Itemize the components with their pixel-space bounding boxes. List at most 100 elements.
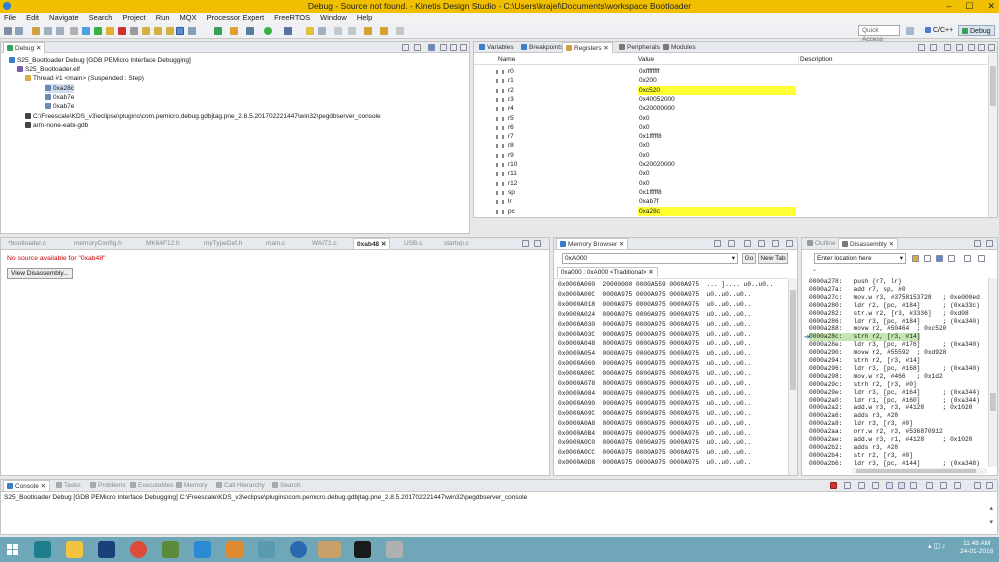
tab-tasks[interactable]: Tasks	[53, 480, 84, 491]
minimize-view-icon[interactable]	[978, 44, 985, 51]
tab-wait1-c[interactable]: WAIT1.c	[309, 238, 340, 249]
terminate-relaunch-icon[interactable]	[56, 27, 64, 35]
refresh-icon[interactable]	[728, 240, 735, 247]
tab-mytypedef-h[interactable]: myTypeDef.h	[201, 238, 245, 249]
disassembly-line[interactable]: 0000a288: movw r2, #50464 ; 0xc520	[809, 325, 946, 333]
tab-usb-c[interactable]: USB.c	[401, 238, 425, 249]
disassembly-body[interactable]: 0000a278: push {r7, lr} 0000a27a: add r7,…	[802, 278, 987, 467]
instruction-step-icon[interactable]	[428, 44, 435, 51]
memory-scrollbar[interactable]	[788, 278, 797, 475]
instruction-stepping-icon[interactable]	[176, 27, 184, 35]
run-icon[interactable]	[264, 27, 272, 35]
disassembly-line[interactable]: 0000a2b6: ldr r3, [pc, #144] ; (0xa348)	[809, 460, 980, 467]
minimize-view-icon[interactable]	[522, 240, 529, 247]
maximize-view-icon[interactable]	[988, 44, 995, 51]
register-row[interactable]: sp 0x1fffff8	[474, 188, 987, 197]
disassembly-line[interactable]: 0000a28c: strh r2, [r3, #14]	[809, 333, 921, 342]
register-value[interactable]: 0x200	[638, 76, 796, 85]
app-icon[interactable]	[258, 541, 275, 558]
tab-registers[interactable]: Registers ✕	[562, 42, 613, 53]
annotation-prev-icon[interactable]	[348, 27, 356, 35]
col-description[interactable]: Description	[798, 56, 833, 63]
disassembly-line[interactable]: 0000a298: mov.w r2, #466 ; 0x1d2	[809, 373, 943, 381]
tab-bootloader-c[interactable]: *bootloader.c	[5, 238, 49, 249]
minimize-view-icon[interactable]	[450, 44, 457, 51]
register-row[interactable]: r4 0x20000000	[474, 104, 987, 113]
tab-memory[interactable]: Memory	[173, 480, 210, 491]
app-icon[interactable]	[226, 541, 243, 558]
show-on-output-icon[interactable]	[910, 482, 917, 489]
connect-icon[interactable]	[82, 27, 90, 35]
view-menu-icon[interactable]	[758, 240, 765, 247]
col-name[interactable]: Name	[498, 56, 515, 63]
disassembly-line[interactable]: 0000a2b4: str r2, [r3, #0]	[809, 452, 913, 460]
register-row[interactable]: r5 0x0	[474, 114, 987, 123]
tree-thread[interactable]: Thread #1 <main> (Suspended : Step)	[25, 74, 144, 83]
app-icon[interactable]	[290, 541, 307, 558]
memory-row[interactable]: 0x0000A054 0000A975 0000A975 0000A975 u0…	[558, 349, 751, 359]
display-console-icon[interactable]	[940, 482, 947, 489]
external-tools-icon[interactable]	[284, 27, 292, 35]
maximize-view-icon[interactable]	[986, 482, 993, 489]
scroll-thumb[interactable]	[990, 393, 996, 411]
tab-disassembly[interactable]: Disassembly ✕	[838, 238, 899, 249]
memory-row[interactable]: 0x0000A0A8 0000A975 0000A975 0000A975 u0…	[558, 419, 751, 429]
tab-variables[interactable]: Variables	[476, 42, 517, 53]
build-icon[interactable]	[230, 27, 238, 35]
scroll-thumb[interactable]	[790, 290, 796, 390]
new-icon[interactable]	[4, 27, 12, 35]
refresh-icon[interactable]	[948, 255, 955, 262]
register-value[interactable]: 0x0	[638, 169, 796, 178]
disassembly-line[interactable]: 0000a27a: add r7, sp, #0	[809, 286, 906, 294]
register-value[interactable]: 0xab7f	[638, 197, 796, 206]
tab-debug[interactable]: Debug ✕	[3, 42, 46, 53]
register-value[interactable]: 0xc520	[638, 85, 796, 95]
memory-row[interactable]: 0x0000A0CC 0000A975 0000A975 0000A975 u0…	[558, 448, 751, 458]
remove-all-icon[interactable]	[858, 482, 865, 489]
collapse-icon[interactable]	[414, 44, 421, 51]
register-value[interactable]: 0xa28c	[638, 206, 796, 216]
register-row[interactable]: r9 0x0	[474, 151, 987, 160]
address-input[interactable]: 0xA000 ▾	[562, 253, 738, 264]
disassembly-line[interactable]: 0000a2a0: ldr r1, [pc, #160] ; (0xa344)	[809, 397, 980, 405]
register-row[interactable]: r10 0x20020000	[474, 160, 987, 169]
tree-frame[interactable]: 0xab7e	[45, 93, 74, 102]
memory-row[interactable]: 0x0000A0B4 0000A975 0000A975 0000A975 u0…	[558, 429, 751, 439]
maximize-icon[interactable]	[978, 255, 985, 262]
clear-console-icon[interactable]	[872, 482, 879, 489]
minimize-view-icon[interactable]	[772, 240, 779, 247]
step-into-icon[interactable]	[142, 27, 150, 35]
tab-0xab48[interactable]: 0xab48 ✕	[353, 238, 391, 249]
col-value[interactable]: Value	[638, 56, 654, 63]
arduino-icon[interactable]	[34, 541, 51, 558]
file-explorer-icon[interactable]	[66, 541, 83, 558]
memory-row[interactable]: 0x0000A06C 0000A975 0000A975 0000A975 u0…	[558, 369, 751, 379]
memory-row[interactable]: 0x0000A030 0000A975 0000A975 0000A975 u0…	[558, 320, 751, 330]
maximize-view-icon[interactable]	[986, 240, 993, 247]
resume-icon[interactable]	[94, 27, 102, 35]
clock[interactable]: 11:48 AM 24-01-2018	[960, 540, 993, 556]
scroll-lock-icon[interactable]	[886, 482, 893, 489]
word-wrap-icon[interactable]	[898, 482, 905, 489]
menu-file[interactable]: File	[4, 13, 16, 23]
skip-breakpoints-icon[interactable]	[32, 27, 40, 35]
search-toolbar-icon[interactable]	[318, 27, 326, 35]
memory-row[interactable]: 0x0000A03C 0000A975 0000A975 0000A975 u0…	[558, 330, 751, 340]
layout-icon[interactable]	[918, 44, 925, 51]
format-icon[interactable]	[944, 44, 951, 51]
tray-icons[interactable]: ▴ ◫ ♪	[928, 542, 946, 550]
view-menu-icon[interactable]	[440, 44, 447, 51]
maximize-button[interactable]: ☐	[965, 1, 973, 12]
disassembly-line[interactable]: 0000a2b2: adds r3, #28	[809, 444, 898, 452]
debug-config-icon[interactable]	[246, 27, 254, 35]
memory-row[interactable]: 0x0000A09C 0000A975 0000A975 0000A975 u0…	[558, 409, 751, 419]
link-icon[interactable]	[924, 255, 931, 262]
quick-access-input[interactable]: Quick Access	[858, 25, 900, 43]
step-filters-icon[interactable]	[44, 27, 52, 35]
tab-executables[interactable]: Executables	[127, 480, 176, 491]
disassembly-line[interactable]: 0000a28e: ldr r3, [pc, #176] ; (0xa340)	[809, 341, 980, 349]
tree-frame-selected[interactable]: 0xa28c	[45, 84, 74, 93]
maximize-view-icon[interactable]	[460, 44, 467, 51]
memory-row[interactable]: 0x0000A0C0 0000A975 0000A975 0000A975 u0…	[558, 438, 751, 448]
tab-breakpoints[interactable]: Breakpoints	[518, 42, 566, 53]
